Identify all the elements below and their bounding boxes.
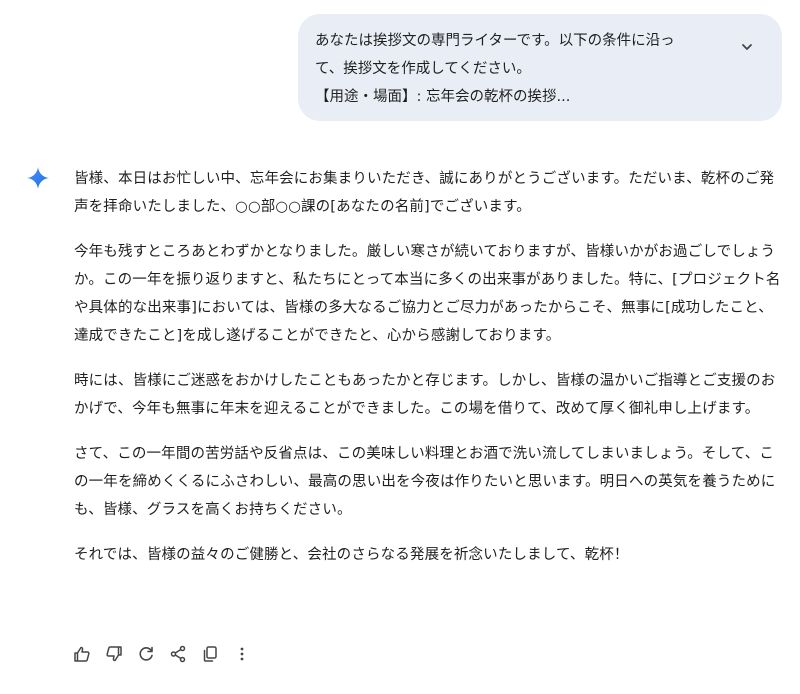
gemini-sparkle-icon bbox=[27, 167, 49, 189]
more-vert-icon bbox=[240, 647, 244, 661]
thumbs-up-icon bbox=[74, 646, 90, 662]
response-actions bbox=[73, 642, 265, 666]
regenerate-icon bbox=[139, 646, 153, 661]
prompt-line: て、挨拶文を作成してください。 bbox=[315, 61, 531, 77]
share-button[interactable] bbox=[169, 642, 201, 666]
regenerate-button[interactable] bbox=[137, 642, 169, 666]
expand-prompt-button[interactable] bbox=[736, 36, 758, 58]
response-paragraph: 皆様、本日はお忙しい中、忘年会にお集まりいただき、誠にありがとうございます。ただ… bbox=[74, 171, 775, 215]
response-paragraph: それでは、皆様の益々のご健勝と、会社のさらなる発展を祈念いたしまして、乾杯！ bbox=[74, 547, 629, 563]
user-prompt-bubble: あなたは挨拶文の専門ライターです。以下の条件に沿っ て、挨拶文を作成してください… bbox=[298, 14, 782, 121]
chevron-down-icon bbox=[742, 44, 752, 50]
share-icon bbox=[170, 645, 186, 663]
response-paragraph: 今年も残すところあとわずかとなりました。厳しい寒さが続いておりますが、皆様いかが… bbox=[74, 244, 781, 344]
prompt-line: あなたは挨拶文の専門ライターです。以下の条件に沿っ bbox=[315, 33, 675, 49]
thumbs-down-icon bbox=[106, 646, 122, 662]
response-paragraph: 時には、皆様にご迷惑をおかけしたこともあったかと存じます。しかし、皆様の温かいご… bbox=[74, 373, 776, 417]
copy-button[interactable] bbox=[201, 642, 233, 666]
good-response-button[interactable] bbox=[73, 642, 105, 666]
more-options-button[interactable] bbox=[233, 642, 265, 666]
prompt-line: 【用途・場面】: 忘年会の乾杯の挨拶... bbox=[315, 89, 571, 105]
copy-icon bbox=[203, 646, 217, 662]
bad-response-button[interactable] bbox=[105, 642, 137, 666]
response-paragraph: さて、この一年間の苦労話や反省点は、この美味しい料理とお酒で洗い流してしまいまし… bbox=[74, 446, 776, 518]
model-response: 皆様、本日はお忙しい中、忘年会にお集まりいただき、誠にありがとうございます。ただ… bbox=[74, 165, 782, 586]
